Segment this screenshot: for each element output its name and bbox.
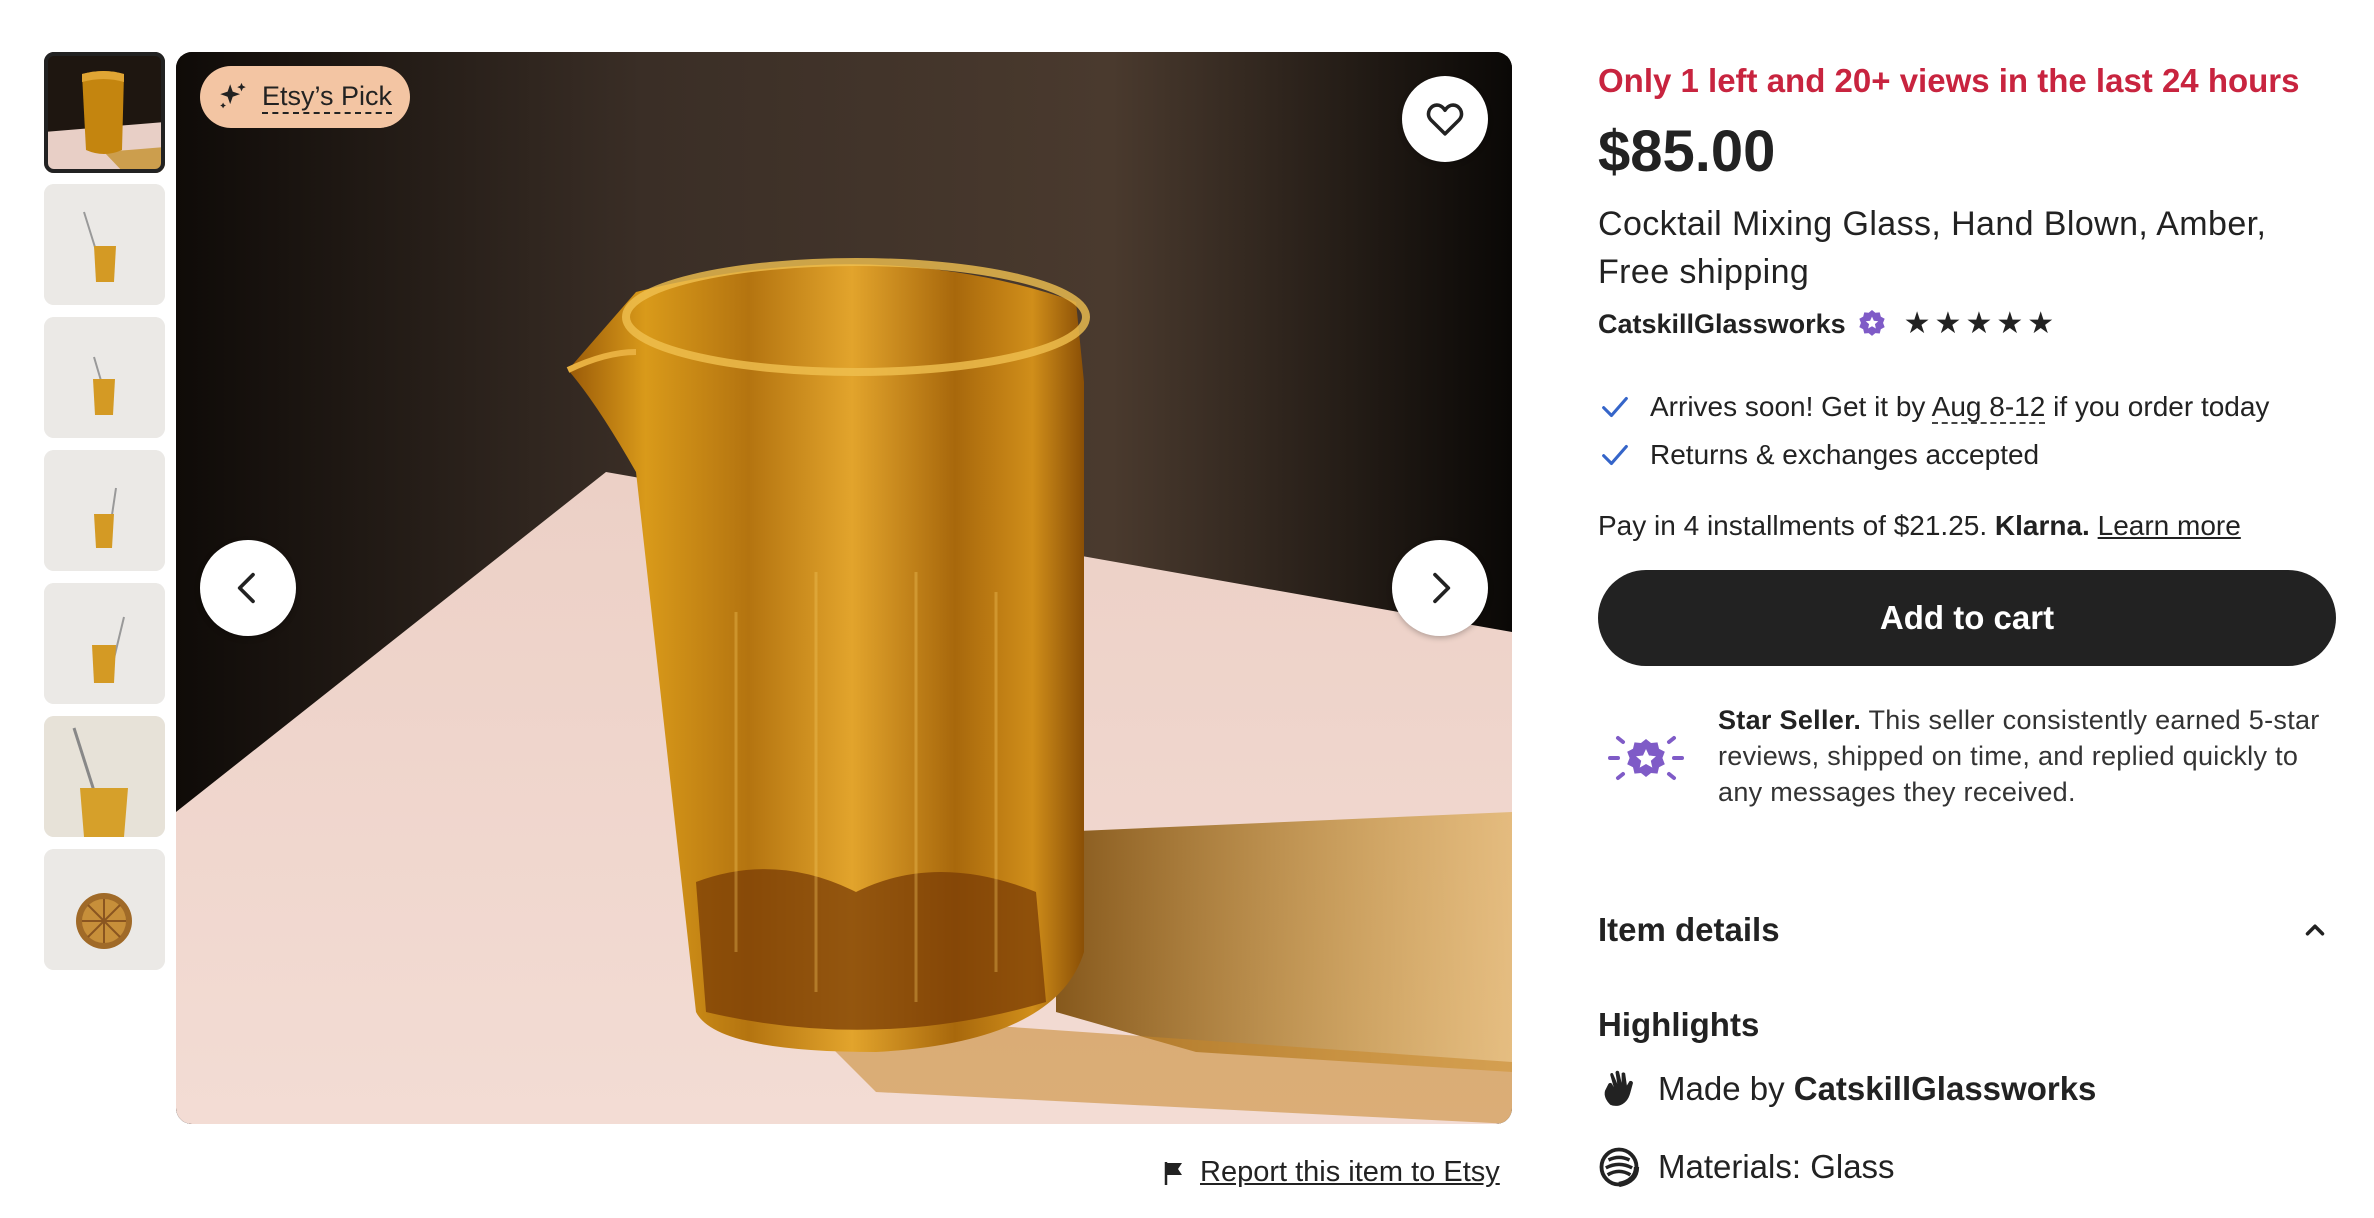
thumbnail-6[interactable] — [44, 716, 165, 837]
thumbnail-5[interactable] — [44, 583, 165, 704]
etsys-pick-label: Etsy’s Pick — [262, 80, 393, 115]
sparkle-icon — [220, 82, 246, 109]
main-product-image: Etsy’s Pick — [176, 52, 1512, 1124]
rating-stars: ★ ★ ★ ★ ★ — [1904, 309, 2055, 339]
made-by-highlight: Made by CatskillGlassworks — [1598, 1068, 2096, 1110]
scarcity-message: Only 1 left and 20+ views in the last 24… — [1598, 62, 2300, 99]
price: $85.00 — [1598, 119, 1776, 184]
delivery-dates[interactable]: Aug 8-12 — [1931, 391, 2046, 424]
checkmark-icon — [1602, 396, 1628, 418]
report-item-link[interactable]: Report this item to Etsy — [1162, 1156, 1500, 1189]
materials-icon — [1599, 1147, 1640, 1188]
checkmark-icon — [1602, 444, 1628, 466]
star-seller-text: Star Seller. This seller consistently ea… — [1718, 702, 2338, 810]
star-seller-title: Star Seller. — [1718, 705, 1862, 735]
item-details-toggle[interactable]: Item details — [1598, 900, 2338, 960]
made-by-prefix: Made by — [1658, 1070, 1794, 1107]
thumbnail-1[interactable] — [44, 52, 165, 173]
chevron-right-icon — [1433, 572, 1451, 604]
next-image-button[interactable] — [1392, 540, 1488, 636]
listing-title: Cocktail Mixing Glass, Hand Blown, Amber… — [1598, 205, 2267, 291]
materials-label: Materials: Glass — [1658, 1148, 1895, 1185]
mixing-glass-photo — [176, 52, 1512, 1124]
star-seller-badge-icon — [1858, 310, 1885, 336]
thumbnail-3[interactable] — [44, 317, 165, 438]
thumbnail-7[interactable] — [44, 849, 165, 970]
chevron-left-icon — [237, 572, 255, 604]
delivery-prefix: Arrives soon! Get it by — [1650, 391, 1932, 422]
highlights-heading: Highlights — [1598, 1006, 1760, 1043]
rating-star-icon: ★ — [2027, 307, 2055, 340]
rating-star-icon: ★ — [1965, 307, 1993, 340]
flag-icon — [1164, 1161, 1182, 1185]
delivery-suffix: if you order today — [2045, 391, 2270, 422]
favorite-button[interactable] — [1402, 76, 1488, 162]
delivery-estimate: Arrives soon! Get it by Aug 8-12 if you … — [1598, 390, 2269, 424]
materials-highlight: Materials: Glass — [1598, 1146, 1895, 1188]
hand-wave-icon — [1604, 1070, 1633, 1106]
add-to-cart-button[interactable]: Add to cart — [1598, 570, 2336, 666]
heart-icon — [1426, 103, 1464, 136]
klarna-installments: Pay in 4 installments of $21.25. Klarna.… — [1598, 510, 2241, 542]
etsys-pick-badge[interactable]: Etsy’s Pick — [200, 66, 411, 128]
rating-star-icon: ★ — [1903, 307, 1931, 340]
learn-more-link[interactable]: Learn more — [2098, 510, 2241, 541]
thumbnail-4[interactable] — [44, 450, 165, 571]
star-seller-icon — [1608, 736, 1684, 780]
made-by-shop-link[interactable]: CatskillGlassworks — [1794, 1070, 2097, 1107]
rating-star-icon: ★ — [1996, 307, 2024, 340]
installments-text: Pay in 4 installments of $21.25. — [1598, 510, 1995, 541]
report-item-label: Report this item to Etsy — [1200, 1156, 1500, 1188]
rating-star-icon: ★ — [1934, 307, 1962, 340]
thumbnail-2[interactable] — [44, 184, 165, 305]
shop-row: CatskillGlassworks ★ ★ ★ ★ ★ — [1598, 308, 2054, 340]
shop-name-link[interactable]: CatskillGlassworks — [1598, 309, 1846, 340]
returns-label: Returns & exchanges accepted — [1650, 439, 2040, 470]
item-details-heading: Item details — [1598, 911, 1780, 948]
chevron-up-icon — [2305, 924, 2325, 936]
klarna-logo: Klarna. — [1994, 510, 2090, 541]
previous-image-button[interactable] — [200, 540, 296, 636]
returns-policy: Returns & exchanges accepted — [1598, 438, 2039, 472]
